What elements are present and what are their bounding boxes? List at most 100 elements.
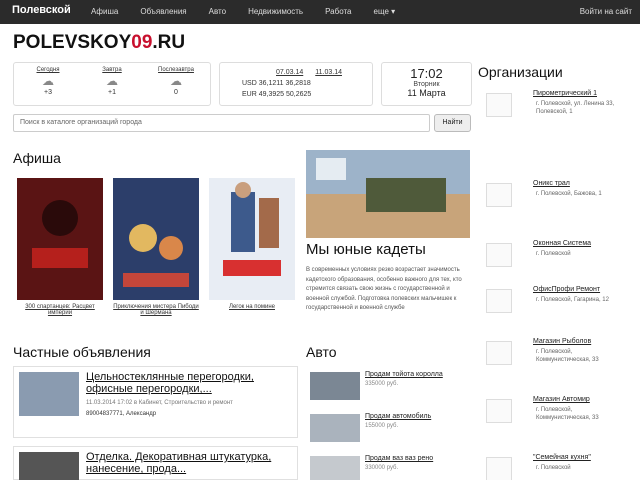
logo-accent: 09	[131, 32, 153, 53]
organization-item[interactable]: Оникс трал г. Полевской, Бажова, 1	[480, 178, 628, 228]
section-title-auto: Авто	[306, 344, 337, 360]
nav-item-more[interactable]: еще ▾	[363, 0, 407, 24]
ad-contact: 89004837771, Александр	[86, 411, 157, 417]
eur-rate: EUR 49,3925 50,2625	[242, 91, 312, 98]
rates-date[interactable]: 07.03.14	[276, 69, 303, 76]
main-menu: Афиша Объявления Авто Недвижимость Работ…	[80, 0, 406, 24]
poster-image[interactable]	[17, 178, 103, 300]
car-thumbnail	[310, 414, 360, 442]
organization-item[interactable]: Магазин Автомир г. Полевской, Коммунисти…	[480, 394, 628, 444]
nav-item-auto[interactable]: Авто	[198, 0, 237, 24]
car-title[interactable]: Продам автомобиль	[365, 413, 431, 420]
poster-art	[209, 178, 295, 300]
car-price: 330000 руб.	[365, 465, 399, 471]
weather-temp: +3	[44, 89, 52, 96]
car-thumbnail	[310, 456, 360, 480]
search-input[interactable]: Поиск в каталоге организаций города	[13, 114, 430, 132]
poster-art	[113, 178, 199, 300]
organization-address: г. Полевской	[536, 251, 571, 257]
magnifier-icon	[486, 243, 512, 267]
car-listing[interactable]: Продам тойота королла 335000 руб.	[306, 368, 470, 406]
poster-caption[interactable]: 300 спартанцев: Расцвет империи	[17, 304, 103, 316]
brand-link[interactable]: Полевской	[12, 4, 71, 16]
currency-rates-widget: 07.03.14 11.03.14 USD 36,1211 36,2818 EU…	[219, 62, 373, 106]
weather-temp: +1	[108, 89, 116, 96]
car-thumbnail	[310, 372, 360, 400]
section-title-ads: Частные объявления	[13, 344, 151, 360]
ad-thumbnail	[19, 452, 79, 480]
news-excerpt: В современных условиях резко возрастает …	[306, 267, 462, 311]
magnifier-icon	[486, 457, 512, 480]
clock-widget: 17:02 Вторник 11 Марта	[381, 62, 472, 106]
organization-name[interactable]: Пирометрический 1	[533, 90, 597, 97]
organization-address: г. Полевской, Гагарина, 12	[536, 297, 609, 303]
news-image[interactable]	[306, 150, 470, 238]
news-photo	[306, 150, 470, 238]
magnifier-icon	[486, 399, 512, 423]
section-title-afisha: Афиша	[13, 150, 61, 166]
organization-name[interactable]: ОфисПрофи Ремонт	[533, 286, 600, 293]
ad-title[interactable]: Отделка. Декоративная штукатурка, нанесе…	[86, 451, 291, 475]
organization-name[interactable]: Магазин Рыболов	[533, 338, 591, 345]
poster-caption[interactable]: Легок на помине	[209, 304, 295, 310]
weather-today[interactable]: Сегодня ☁ +3	[18, 67, 78, 96]
usd-rate: USD 36,1211 36,2818	[242, 80, 311, 87]
site-logo[interactable]: POLEVSKOY09.RU	[13, 32, 185, 54]
nav-item-jobs[interactable]: Работа	[314, 0, 362, 24]
magnifier-icon	[486, 93, 512, 117]
car-title[interactable]: Продам тойота королла	[365, 371, 443, 378]
rates-dates: 07.03.14 11.03.14	[276, 69, 342, 76]
organization-item[interactable]: Оконная Система г. Полевской	[480, 238, 628, 278]
organization-name[interactable]: Оникс трал	[533, 180, 570, 187]
login-link[interactable]: Войти на сайт	[580, 0, 632, 24]
weather-temp: 0	[174, 89, 178, 96]
sun-cloud-icon: ☁	[42, 74, 54, 88]
poster-art	[17, 178, 103, 300]
magnifier-icon	[486, 341, 512, 365]
clock-weekday: Вторник	[413, 81, 440, 88]
nav-item-realty[interactable]: Недвижимость	[237, 0, 314, 24]
organization-item[interactable]: Магазин Рыболов г. Полевской, Коммунисти…	[480, 336, 628, 386]
nav-item-ads[interactable]: Объявления	[129, 0, 197, 24]
organization-address: г. Полевской, Коммунистическая, 33	[536, 407, 599, 421]
magnifier-icon	[486, 289, 512, 313]
snow-cloud-icon: ☁	[170, 74, 182, 88]
car-price: 155000 руб.	[365, 423, 399, 429]
top-navigation-bar: Полевской Афиша Объявления Авто Недвижим…	[0, 0, 640, 24]
magnifier-icon	[486, 183, 512, 207]
clock-time: 17:02	[410, 66, 443, 81]
rates-date[interactable]: 11.03.14	[315, 69, 342, 76]
ad-thumbnail	[19, 372, 79, 416]
organization-item[interactable]: Пирометрический 1 г. Полевской, ул. Лени…	[480, 88, 628, 148]
poster-image[interactable]	[113, 178, 199, 300]
weather-widget: Сегодня ☁ +3 Завтра ☁ +1 Послезавтра ☁ 0	[13, 62, 211, 106]
section-title-orgs: Организации	[478, 64, 563, 80]
organization-name[interactable]: "Семейная кухня"	[533, 454, 591, 461]
ad-card[interactable]: Цельностеклянные перегородки, офисные пе…	[13, 366, 298, 438]
clock-date: 11 Марта	[407, 88, 446, 98]
car-listing[interactable]: Продам ваз ваз рено 330000 руб.	[306, 452, 470, 480]
search-button[interactable]: Найти	[434, 114, 471, 132]
organization-address: г. Полевской, Коммунистическая, 33	[536, 349, 599, 363]
nav-item-afisha[interactable]: Афиша	[80, 0, 129, 24]
news-title[interactable]: Мы юные кадеты	[306, 241, 426, 258]
car-listing[interactable]: Продам автомобиль 155000 руб.	[306, 410, 470, 448]
organization-name[interactable]: Магазин Автомир	[533, 396, 590, 403]
organization-name[interactable]: Оконная Система	[533, 240, 591, 247]
organization-address: г. Полевской	[536, 465, 571, 471]
cloud-icon: ☁	[106, 74, 118, 88]
weather-day-after[interactable]: Послезавтра ☁ 0	[146, 67, 206, 96]
ad-title[interactable]: Цельностеклянные перегородки, офисные пе…	[86, 371, 291, 395]
car-title[interactable]: Продам ваз ваз рено	[365, 455, 433, 462]
organization-item[interactable]: ОфисПрофи Ремонт г. Полевской, Гагарина,…	[480, 284, 628, 330]
ad-meta: 11.03.2014 17:02 в Кабинет, Строительств…	[86, 400, 233, 406]
car-price: 335000 руб.	[365, 381, 399, 387]
poster-caption[interactable]: Приключения мистера Пибоди и Шермана	[113, 304, 199, 316]
poster-image[interactable]	[209, 178, 295, 300]
organization-address: г. Полевской, Бажова, 1	[536, 191, 602, 197]
weather-tomorrow[interactable]: Завтра ☁ +1	[82, 67, 142, 96]
organization-address: г. Полевской, ул. Ленина 33, Полевской, …	[536, 101, 615, 115]
ad-card[interactable]: Отделка. Декоративная штукатурка, нанесе…	[13, 446, 298, 480]
organization-item[interactable]: "Семейная кухня" г. Полевской	[480, 452, 628, 480]
logo-main: POLEVSKOY	[13, 32, 132, 53]
